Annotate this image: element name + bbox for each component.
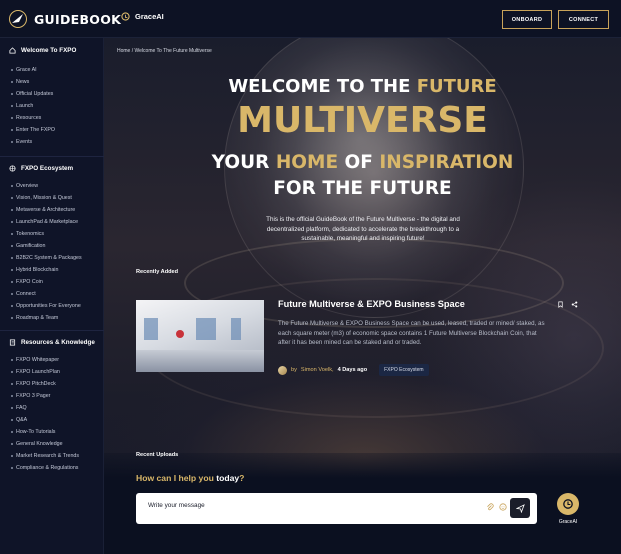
- breadcrumb-current: Welcome To The Future Multiverse: [134, 48, 212, 54]
- card-title[interactable]: Future Multiverse & EXPO Business Space: [278, 299, 465, 309]
- send-button[interactable]: [510, 498, 530, 518]
- sidebar-item-launchpad[interactable]: LaunchPad & Marketplace: [11, 219, 78, 225]
- sidebar-section-title: FXPO Ecosystem: [21, 165, 74, 172]
- sidebar-section-title: Resources & Knowledge: [21, 339, 95, 346]
- brand-logo[interactable]: GUIDEBOOK: [8, 9, 121, 29]
- hero-intro-text: This is the official GuideBook of the Fu…: [266, 216, 460, 242]
- grace-ai-bubble[interactable]: [557, 493, 579, 515]
- sidebar-item-qa[interactable]: Q&A: [11, 417, 27, 423]
- sidebar-item-opportunities[interactable]: Opportunities For Everyone: [11, 303, 81, 309]
- avatar: [278, 365, 287, 375]
- bookmark-icon[interactable]: [557, 301, 564, 308]
- emoji-icon[interactable]: [499, 503, 507, 511]
- sidebar-item-metaverse[interactable]: Metaverse & Architecture: [11, 207, 75, 213]
- chat-prompt: How can I help you today?: [136, 473, 245, 483]
- hero-heading-line4: FOR THE FUTURE: [273, 178, 452, 199]
- hero-heading-line1: WELCOME TO THE FUTURE: [228, 76, 497, 97]
- sidebar-item-faq[interactable]: FAQ: [11, 405, 27, 411]
- sidebar-item-enter-fxpo[interactable]: Enter The FXPO: [11, 127, 55, 133]
- sidebar-item-3-pager[interactable]: FXPO 3 Pager: [11, 393, 50, 399]
- sidebar-item-vision[interactable]: Vision, Mission & Quest: [11, 195, 72, 201]
- card-author[interactable]: Simon Voelk,: [301, 367, 334, 373]
- card-meta: by Simon Voelk, 4 Days ago FXPO Ecosyste…: [278, 364, 429, 376]
- sidebar-item-hybrid-blockchain[interactable]: Hybrid Blockchain: [11, 267, 58, 273]
- chat-icons: [486, 503, 507, 511]
- card-by: by: [291, 367, 297, 373]
- sidebar-item-official-updates[interactable]: Official Updates: [11, 91, 53, 97]
- sidebar-section-resources[interactable]: Resources & Knowledge: [9, 339, 95, 346]
- share-icon[interactable]: [571, 301, 578, 308]
- card-description: The Future Multiverse & EXPO Business Sp…: [278, 320, 545, 347]
- card-timestamp: 4 Days ago: [337, 367, 368, 373]
- sidebar-item-b2b2c[interactable]: B2B2C System & Packages: [11, 255, 82, 261]
- sidebar-item-market-research[interactable]: Market Research & Trends: [11, 453, 79, 459]
- home-icon: [9, 47, 16, 54]
- grace-ai-label: GraceAI: [135, 12, 164, 21]
- sidebar-item-general-knowledge[interactable]: General Knowledge: [11, 441, 63, 447]
- connect-button[interactable]: CONNECT: [558, 10, 609, 29]
- sidebar-item-news[interactable]: News: [11, 79, 29, 85]
- sidebar-item-pitchdeck[interactable]: FXPO PitchDeck: [11, 381, 56, 387]
- sidebar-item-tutorials[interactable]: How-To Tutorials: [11, 429, 55, 435]
- sidebar-item-launchplan[interactable]: FXPO LaunchPlan: [11, 369, 60, 375]
- grace-ai-bubble-label: GraceAI: [558, 519, 578, 525]
- sidebar-item-whitepaper[interactable]: FXPO Whitepaper: [11, 357, 59, 363]
- sidebar-section-welcome[interactable]: Welcome To FXPO: [9, 47, 76, 54]
- sidebar-section-title: Welcome To FXPO: [21, 47, 77, 54]
- sidebar-item-overview[interactable]: Overview: [11, 183, 38, 189]
- logo-icon: [9, 10, 27, 28]
- hero-heading-line3: YOUR HOME OF INSPIRATION: [211, 152, 514, 173]
- card-thumbnail[interactable]: [136, 300, 264, 372]
- sidebar-section-ecosystem[interactable]: FXPO Ecosystem: [9, 165, 73, 172]
- sidebar-item-grace-ai[interactable]: Grace AI: [11, 67, 37, 73]
- card-tag[interactable]: FXPO Ecosystem: [379, 364, 429, 376]
- sidebar-divider: [0, 156, 104, 157]
- sidebar: Welcome To FXPO Grace AI News Official U…: [0, 38, 104, 554]
- recently-added-label: Recently Added: [136, 269, 179, 275]
- grace-ai-link[interactable]: GraceAI: [121, 12, 164, 21]
- network-icon: [9, 165, 16, 172]
- grace-ai-icon: [121, 12, 130, 21]
- sidebar-item-compliance[interactable]: Compliance & Regulations: [11, 465, 78, 471]
- top-bar: GUIDEBOOK GraceAI ONBOARD CONNECT: [0, 0, 621, 38]
- book-icon: [9, 339, 16, 346]
- sidebar-item-fxpo-coin[interactable]: FXPO Coin: [11, 279, 43, 285]
- sidebar-item-connect[interactable]: Connect: [11, 291, 36, 297]
- sidebar-item-tokenomics[interactable]: Tokenomics: [11, 231, 44, 237]
- recent-uploads-label: Recent Uploads: [136, 452, 179, 458]
- send-icon: [515, 503, 525, 513]
- breadcrumb-separator: /: [131, 48, 134, 54]
- hero-heading-line2: MULTIVERSE: [237, 100, 488, 141]
- card-actions: [557, 301, 578, 308]
- chat-box: [136, 493, 537, 524]
- sidebar-item-launch[interactable]: Launch: [11, 103, 33, 109]
- attach-icon[interactable]: [486, 503, 494, 511]
- onboard-button[interactable]: ONBOARD: [502, 10, 552, 29]
- grace-ai-icon: [563, 499, 573, 509]
- main-content: Home / Welcome To The Future Multiverse …: [104, 38, 621, 554]
- sidebar-item-roadmap[interactable]: Roadmap & Team: [11, 315, 58, 321]
- breadcrumb-home[interactable]: Home: [117, 48, 130, 54]
- sidebar-item-events[interactable]: Events: [11, 139, 32, 145]
- brand-name: GUIDEBOOK: [34, 11, 122, 27]
- breadcrumb: Home / Welcome To The Future Multiverse: [117, 48, 212, 54]
- sidebar-item-resources[interactable]: Resources: [11, 115, 41, 121]
- sidebar-item-gamification[interactable]: Gamification: [11, 243, 45, 249]
- chat-input[interactable]: [148, 502, 468, 509]
- sidebar-divider: [0, 330, 104, 331]
